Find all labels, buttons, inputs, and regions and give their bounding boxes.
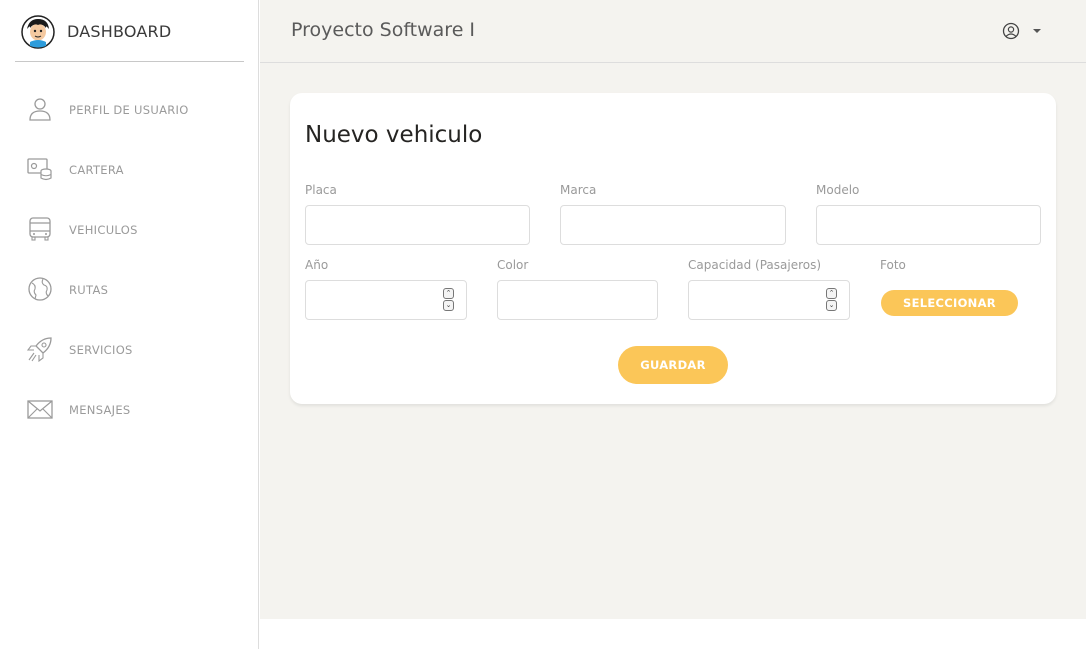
sidebar-brand[interactable]: DASHBOARD [15,0,244,62]
select-photo-button[interactable]: SELECCIONAR [881,290,1018,316]
sidebar-item-label: CARTERA [69,163,124,177]
sidebar-item-label: RUTAS [69,283,109,297]
footer [260,619,1086,649]
top-navbar: Proyecto Software I [260,0,1086,63]
rocket-icon [26,336,53,363]
page-title: Proyecto Software I [291,19,476,41]
save-button[interactable]: GUARDAR [618,346,728,384]
stepper-up-icon[interactable]: ⌃ [826,288,837,299]
user-icon [27,96,53,122]
stepper-up-icon[interactable]: ⌃ [443,288,454,299]
capacidad-stepper[interactable]: ⌃ ⌄ [826,288,838,312]
marca-input[interactable] [560,205,786,245]
sidebar-item-label: PERFIL DE USUARIO [69,103,189,117]
color-label: Color [497,258,529,272]
user-menu-dropdown[interactable] [1002,22,1046,42]
sidebar-item-mensajes[interactable]: MENSAJES [27,394,247,424]
modelo-input[interactable] [816,205,1041,245]
main-content: Proyecto Software I Nuevo vehiculo Placa… [260,0,1086,619]
sidebar-item-label: MENSAJES [69,403,131,417]
avatar [21,15,55,49]
chevron-down-icon [1033,29,1041,33]
placa-input[interactable] [305,205,530,245]
sidebar-item-label: VEHICULOS [69,223,138,237]
sidebar-item-servicios[interactable]: SERVICIOS [26,334,247,364]
sidebar-item-perfil[interactable]: PERFIL DE USUARIO [27,94,247,124]
user-circle-icon [1002,22,1020,40]
sidebar-item-vehiculos[interactable]: VEHICULOS [27,214,247,244]
placa-label: Placa [305,183,337,197]
wallet-icon [27,156,53,182]
stepper-down-icon[interactable]: ⌄ [826,300,837,311]
foto-label: Foto [880,258,906,272]
new-vehicle-card: Nuevo vehiculo Placa Marca Modelo Año ⌃ … [290,93,1056,404]
envelope-icon [27,396,53,422]
sidebar-item-label: SERVICIOS [69,343,133,357]
color-input[interactable] [497,280,658,320]
card-title: Nuevo vehiculo [305,122,483,148]
modelo-label: Modelo [816,183,860,197]
anio-label: Año [305,258,329,272]
anio-stepper[interactable]: ⌃ ⌄ [443,288,455,312]
bus-icon [27,216,53,242]
marca-label: Marca [560,183,597,197]
globe-icon [27,276,53,302]
sidebar-item-cartera[interactable]: CARTERA [27,154,247,184]
stepper-down-icon[interactable]: ⌄ [443,300,454,311]
brand-title: DASHBOARD [67,22,172,41]
sidebar-item-rutas[interactable]: RUTAS [27,274,247,304]
capacidad-label: Capacidad (Pasajeros) [688,258,822,272]
sidebar: DASHBOARD PERFIL DE USUARIO CARTERA VEHI… [0,0,259,649]
